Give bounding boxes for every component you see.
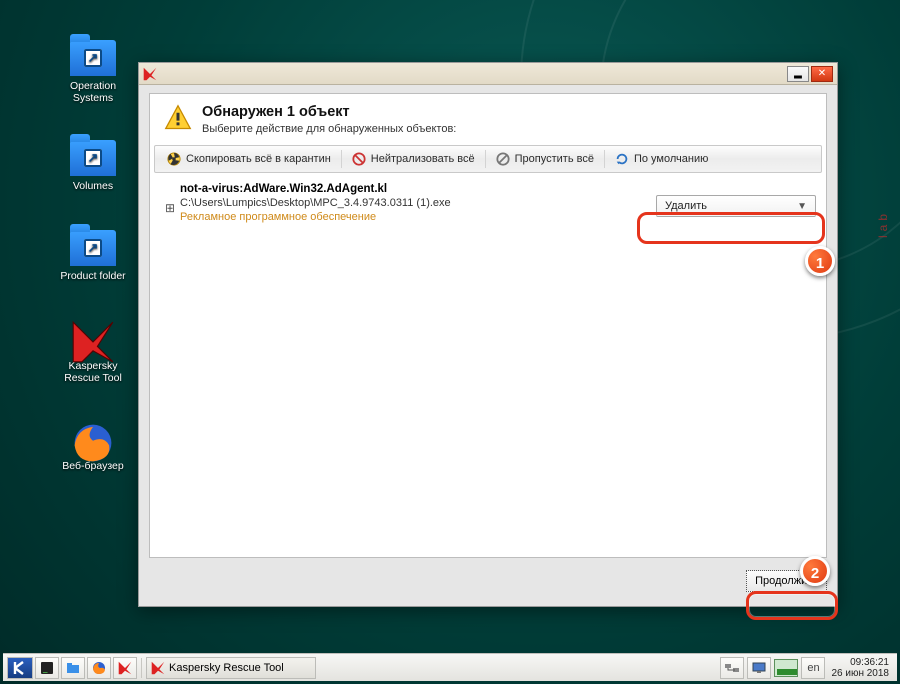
kaspersky-icon xyxy=(151,661,165,675)
kaspersky-icon xyxy=(70,320,116,356)
expand-toggle[interactable]: ⊞ xyxy=(160,183,180,215)
neutralize-icon xyxy=(352,152,366,166)
desktop-icon-volumes[interactable]: ↗ Volumes xyxy=(48,140,138,192)
start-menu-button[interactable] xyxy=(7,657,33,679)
system-tray: en xyxy=(720,657,825,679)
icon-label: Volumes xyxy=(48,180,138,192)
tray-display[interactable] xyxy=(747,657,771,679)
firefox-icon xyxy=(92,661,106,675)
separator xyxy=(341,150,342,168)
threat-dialog-window: ▂ ✕ Обнаружен 1 объект Выберите действие… xyxy=(138,62,838,607)
annotation-badge-1: 1 xyxy=(805,246,835,276)
threat-list: ⊞ not-a-virus:AdWare.Win32.AdAgent.kl C:… xyxy=(154,179,822,229)
kde-icon xyxy=(12,660,28,676)
dialog-subtitle: Выберите действие для обнаруженных объек… xyxy=(202,123,456,135)
folder-icon: ↗ xyxy=(70,40,116,76)
annotation-badge-2: 2 xyxy=(800,556,830,586)
folder-icon: ↗ xyxy=(70,230,116,266)
btn-label: Нейтрализовать всё xyxy=(371,153,475,165)
minimize-button[interactable]: ▂ xyxy=(787,66,809,82)
separator xyxy=(604,150,605,168)
window-titlebar[interactable]: ▂ ✕ xyxy=(139,63,837,85)
tray-cpu-meter[interactable] xyxy=(774,659,798,677)
threat-category: Рекламное программное обеспечение xyxy=(180,211,656,223)
chevron-down-icon: ▼ xyxy=(797,201,807,212)
taskbar: _ Kaspersky Rescue Tool en 09:36:21 26 и… xyxy=(3,653,897,681)
btn-label: Скопировать всё в карантин xyxy=(186,153,331,165)
action-dropdown[interactable]: Удалить ▼ xyxy=(656,195,816,217)
skip-all-button[interactable]: Пропустить всё xyxy=(488,148,602,170)
kaspersky-icon xyxy=(143,67,157,81)
close-button[interactable]: ✕ xyxy=(811,66,833,82)
btn-label: Пропустить всё xyxy=(515,153,594,165)
taskbar-terminal[interactable]: _ xyxy=(35,657,59,679)
taskbar-kaspersky[interactable] xyxy=(113,657,137,679)
task-label: Kaspersky Rescue Tool xyxy=(169,662,284,674)
separator xyxy=(485,150,486,168)
kaspersky-icon xyxy=(118,661,132,675)
threat-name: not-a-virus:AdWare.Win32.AdAgent.kl xyxy=(180,183,656,195)
folder-icon xyxy=(66,661,80,675)
tray-keyboard-layout[interactable]: en xyxy=(801,657,825,679)
display-icon xyxy=(752,662,766,674)
desktop-icon-web-browser[interactable]: Веб-браузер xyxy=(48,420,138,472)
desktop-icon-operation-systems[interactable]: ↗ Operation Systems xyxy=(48,40,138,104)
taskbar-task-kaspersky-rescue[interactable]: Kaspersky Rescue Tool xyxy=(146,657,316,679)
btn-label: По умолчанию xyxy=(634,153,708,165)
svg-text:_: _ xyxy=(42,664,48,673)
clock-time: 09:36:21 xyxy=(831,657,889,668)
biohazard-icon xyxy=(167,152,181,166)
dialog-body: Обнаружен 1 объект Выберите действие для… xyxy=(149,93,827,558)
dialog-title: Обнаружен 1 объект xyxy=(202,104,456,120)
neutralize-all-button[interactable]: Нейтрализовать всё xyxy=(344,148,483,170)
firefox-icon xyxy=(70,420,116,456)
taskbar-clock[interactable]: 09:36:21 26 июн 2018 xyxy=(827,657,893,679)
icon-label: Product folder xyxy=(48,270,138,282)
network-icon xyxy=(725,662,739,674)
threat-row: ⊞ not-a-virus:AdWare.Win32.AdAgent.kl C:… xyxy=(154,179,822,229)
actions-toolbar: Скопировать всё в карантин Нейтрализоват… xyxy=(154,145,822,173)
icon-label: Operation Systems xyxy=(48,80,138,104)
desktop-icon-product-folder[interactable]: ↗ Product folder xyxy=(48,230,138,282)
quarantine-all-button[interactable]: Скопировать всё в карантин xyxy=(159,148,339,170)
skip-icon xyxy=(496,152,510,166)
refresh-icon xyxy=(615,152,629,166)
dialog-footer: Продолжить xyxy=(149,566,827,596)
warning-icon xyxy=(164,104,192,132)
folder-icon: ↗ xyxy=(70,140,116,176)
desktop-icon-kaspersky-rescue[interactable]: Kaspersky Rescue Tool xyxy=(48,320,138,384)
dropdown-value: Удалить xyxy=(665,200,707,212)
taskbar-firefox[interactable] xyxy=(87,657,111,679)
default-button[interactable]: По умолчанию xyxy=(607,148,716,170)
threat-path: C:\Users\Lumpics\Desktop\MPC_3.4.9743.03… xyxy=(180,197,656,209)
separator xyxy=(141,658,142,678)
clock-date: 26 июн 2018 xyxy=(831,668,889,679)
terminal-icon: _ xyxy=(40,661,54,675)
wallpaper-brand-text: lab xyxy=(876,210,890,238)
taskbar-filemanager[interactable] xyxy=(61,657,85,679)
tray-network[interactable] xyxy=(720,657,744,679)
